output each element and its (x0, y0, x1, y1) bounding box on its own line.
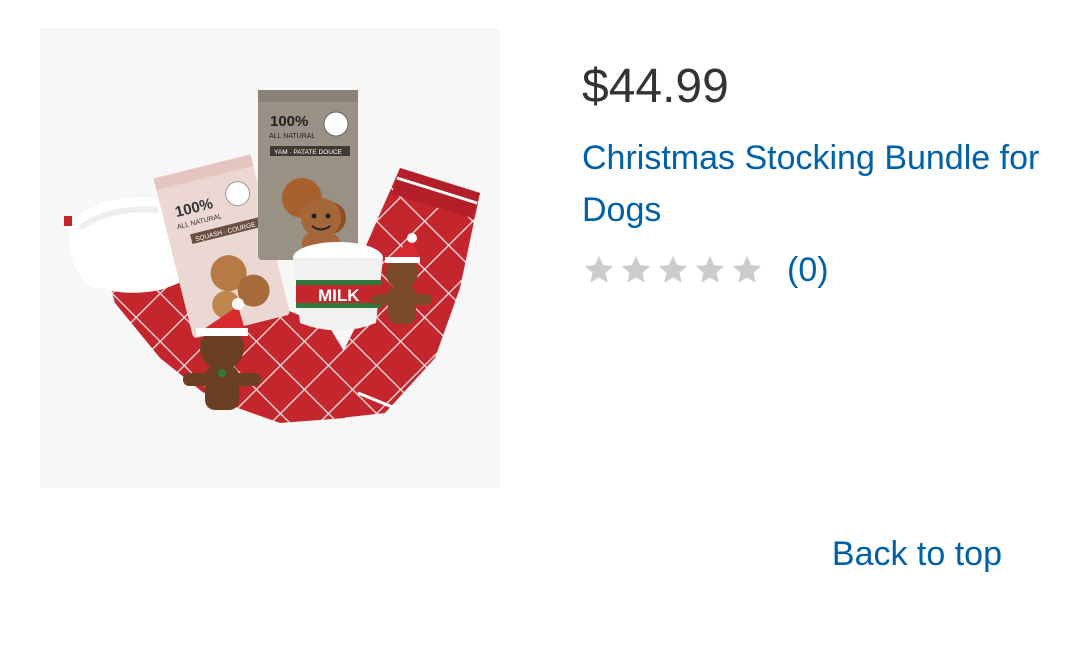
bag-right-subtitle: ALL NATURAL (269, 133, 315, 140)
star-empty-icon (656, 253, 690, 287)
star-empty-icon (730, 253, 764, 287)
star-empty-icon (619, 253, 653, 287)
star-empty-icon (693, 253, 727, 287)
product-photo: 100% ALL NATURAL SQUASH · COURGE 100% AL… (40, 28, 500, 488)
milk-cup-toy: MILK (293, 242, 383, 331)
rating-stars (582, 253, 767, 287)
product-title-link[interactable]: Christmas Stocking Bundle for Dogs (582, 132, 1052, 236)
product-price: $44.99 (582, 60, 729, 113)
star-empty-icon (582, 253, 616, 287)
product-image[interactable]: 100% ALL NATURAL SQUASH · COURGE 100% AL… (40, 28, 500, 488)
bag-right-flavor: YAM · PATATE DOUCE (274, 149, 343, 156)
back-to-top-link[interactable]: Back to top (832, 530, 1002, 578)
review-count-link[interactable]: (0) (787, 251, 829, 290)
product-rating: (0) (582, 246, 829, 294)
milk-label: MILK (318, 286, 360, 305)
bag-right-percent: 100% (270, 113, 308, 130)
